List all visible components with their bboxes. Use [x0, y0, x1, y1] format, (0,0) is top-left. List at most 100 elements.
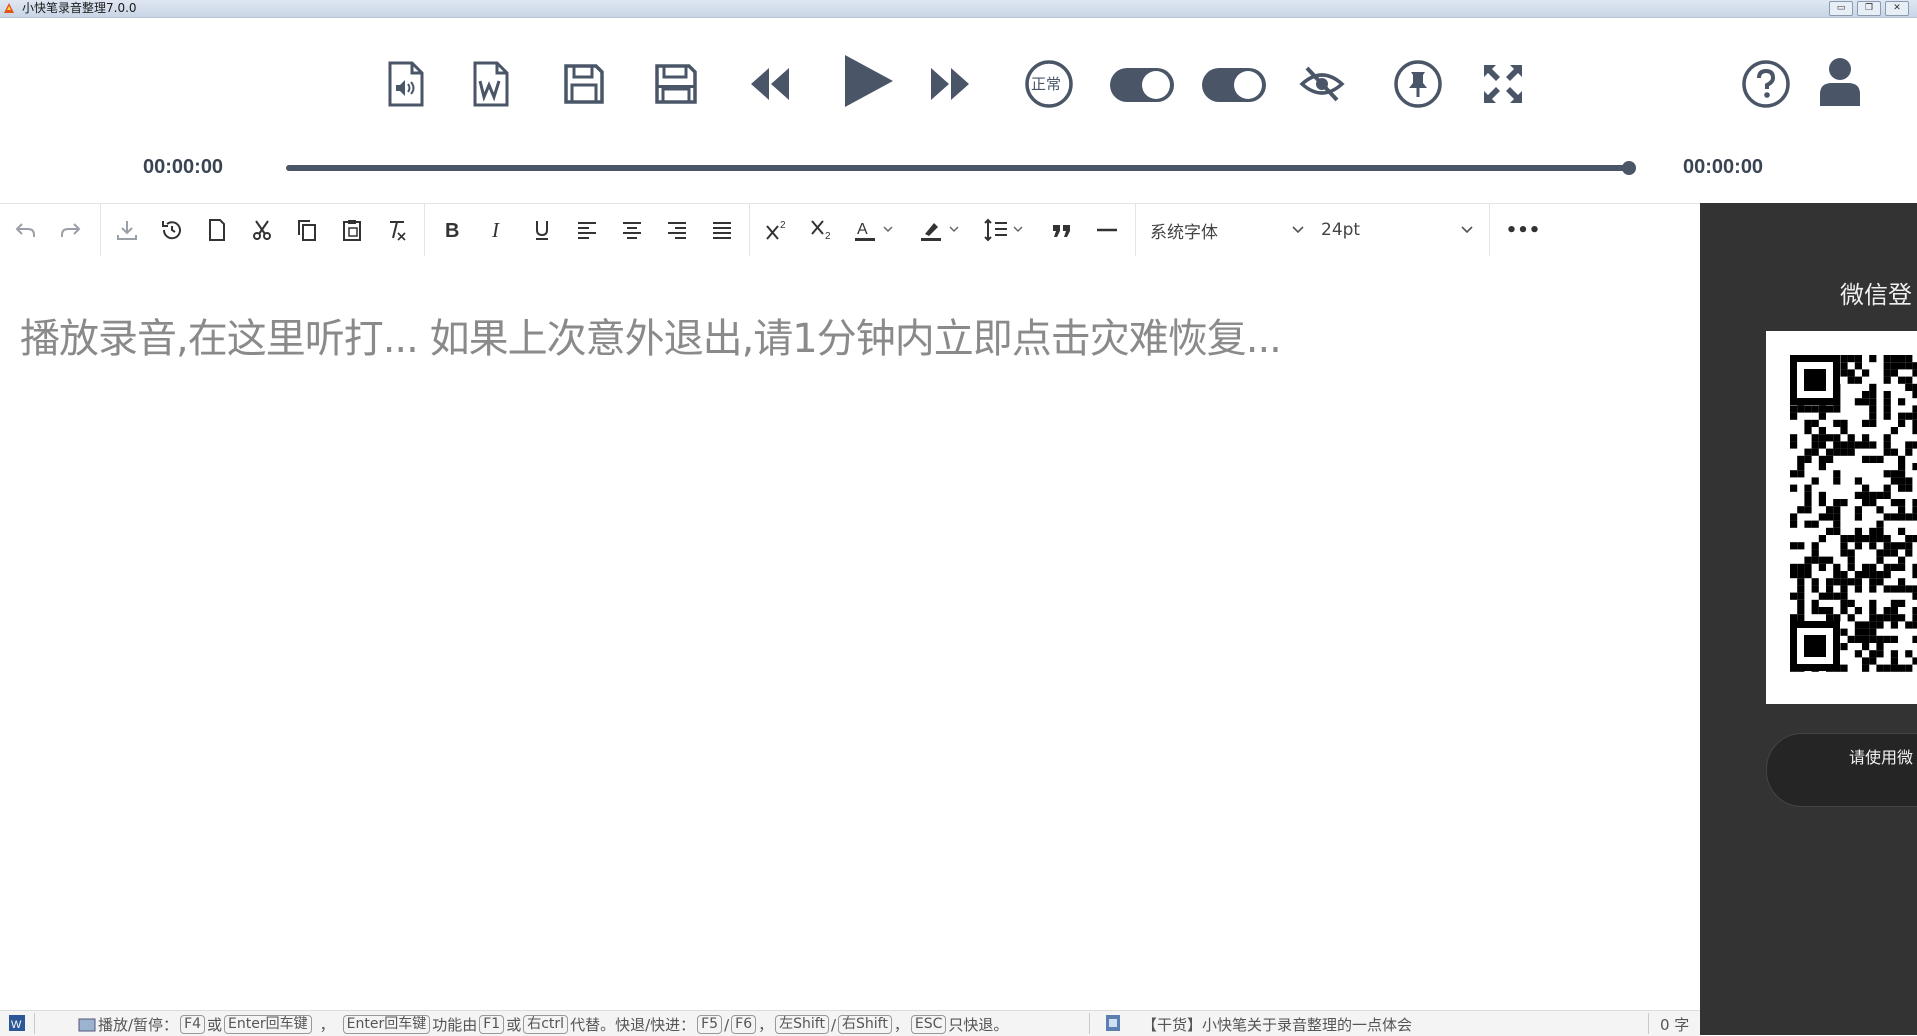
font-size-select[interactable]: 24pt: [1321, 216, 1475, 244]
italic-button[interactable]: I: [482, 215, 512, 245]
pin-button[interactable]: [1390, 56, 1446, 112]
fast-forward-icon: [931, 68, 969, 100]
align-right-button[interactable]: [662, 215, 692, 245]
toggle-2-switch[interactable]: [1200, 66, 1268, 104]
hint-comma: ，: [893, 1016, 909, 1034]
redo-button[interactable]: [56, 215, 86, 245]
download-button[interactable]: [112, 215, 142, 245]
paste-button[interactable]: [337, 215, 367, 245]
save-icon: [564, 64, 604, 104]
rewind-button[interactable]: [742, 56, 798, 112]
pin-icon: [1394, 60, 1442, 108]
hint-comma: ，: [319, 1016, 335, 1034]
italic-icon: I: [491, 218, 500, 242]
save-as-button[interactable]: [648, 56, 704, 112]
hint-replace: 代替。快退/快进：: [570, 1016, 696, 1034]
key-left-shift: 左Shift: [775, 1015, 829, 1034]
restore-button[interactable]: ❐: [1857, 1, 1881, 16]
progress-bar[interactable]: [286, 165, 1630, 171]
user-icon: [1820, 58, 1860, 106]
highlight-button[interactable]: [918, 215, 964, 245]
minimize-button[interactable]: ▭: [1829, 1, 1853, 16]
font-size-value: 24pt: [1321, 220, 1361, 240]
app-logo-icon: [4, 3, 14, 13]
svg-text:B: B: [445, 220, 459, 242]
download-icon: [117, 221, 137, 240]
paste-icon: [343, 220, 361, 241]
hide-button[interactable]: [1294, 56, 1350, 112]
key-enter: Enter回车键: [342, 1015, 431, 1034]
article-icon: [1106, 1015, 1120, 1031]
font-color-icon: A: [855, 221, 893, 241]
horizontal-rule-icon: [1097, 228, 1117, 232]
help-button[interactable]: [1738, 56, 1794, 112]
fullscreen-button[interactable]: [1475, 56, 1531, 112]
line-height-button[interactable]: [982, 215, 1028, 245]
editor-area[interactable]: 播放录音,在这里听打... 如果上次意外退出,请1分钟内立即点击灾难恢复...: [0, 256, 1700, 1010]
key-enter: Enter回车键: [224, 1015, 312, 1034]
bold-icon: B: [445, 220, 459, 242]
hint-or: 或: [506, 1016, 522, 1034]
chevron-down-icon: [1292, 226, 1304, 234]
redo-icon: [61, 223, 81, 237]
underline-button[interactable]: [527, 215, 557, 245]
word-file-icon: [473, 61, 509, 107]
bold-button[interactable]: B: [437, 215, 467, 245]
new-document-button[interactable]: [202, 215, 232, 245]
quote-button[interactable]: [1047, 215, 1077, 245]
article-link[interactable]: 【干货】小快笔关于录音整理的一点体会: [1142, 1014, 1412, 1035]
font-family-select[interactable]: 系统字体: [1150, 216, 1306, 244]
subscript-button[interactable]: 2: [807, 215, 837, 245]
superscript-button[interactable]: 2: [762, 215, 792, 245]
editor-placeholder: 播放录音,在这里听打... 如果上次意外退出,请1分钟内立即点击灾难恢复...: [20, 316, 1282, 362]
play-icon: [845, 55, 893, 107]
svg-text:2: 2: [825, 231, 831, 242]
progress-handle[interactable]: [1622, 161, 1636, 175]
copy-button[interactable]: [292, 215, 322, 245]
open-word-button[interactable]: [463, 56, 519, 112]
svg-text:W: W: [11, 1019, 22, 1031]
wechat-login-panel: 微信登 请使用微 “小: [1700, 203, 1917, 1035]
undo-button[interactable]: [10, 215, 40, 245]
svg-text:I: I: [491, 218, 500, 242]
speed-label: 正常: [1031, 75, 1062, 93]
align-left-icon: [578, 222, 596, 239]
cut-button[interactable]: [247, 215, 277, 245]
clear-format-button[interactable]: [382, 215, 412, 245]
toggle-icon: [1110, 68, 1174, 102]
fast-forward-button[interactable]: [922, 56, 978, 112]
toggle-icon: [1202, 68, 1266, 102]
user-avatar-button[interactable]: [1812, 54, 1868, 110]
font-color-button[interactable]: A: [852, 215, 898, 245]
speed-button[interactable]: 正常: [1021, 56, 1077, 112]
horizontal-rule-button[interactable]: [1092, 215, 1122, 245]
play-button[interactable]: [836, 48, 902, 114]
close-button[interactable]: ✕: [1885, 1, 1909, 16]
qr-code: [1766, 331, 1917, 704]
justify-button[interactable]: [707, 215, 737, 245]
key-right-shift: 右Shift: [838, 1015, 892, 1034]
key-esc: ESC: [910, 1015, 947, 1034]
hint-only-rewind: 只快退。: [948, 1016, 1009, 1034]
player-toolbar: 正常 00:00:00 00:00:00: [0, 18, 1917, 178]
save-button[interactable]: [556, 56, 612, 112]
word-doc-icon: W: [9, 1015, 25, 1031]
toggle-1-switch[interactable]: [1108, 66, 1176, 104]
history-button[interactable]: [157, 215, 187, 245]
copy-icon: [298, 220, 316, 241]
more-icon: •••: [1505, 219, 1541, 241]
keyboard-icon: [78, 1018, 96, 1031]
title-bar: 小快笔录音整理7.0.0 ▭ ❐ ✕: [0, 0, 1917, 18]
save-as-icon: [655, 64, 697, 104]
open-audio-button[interactable]: [378, 56, 434, 112]
key-f6: F6: [731, 1015, 757, 1034]
align-left-button[interactable]: [572, 215, 602, 245]
scissors-icon: [253, 220, 271, 240]
more-button[interactable]: •••: [1503, 215, 1543, 245]
font-family-value: 系统字体: [1150, 222, 1218, 243]
underline-icon: [536, 221, 548, 240]
history-icon: [162, 221, 181, 240]
hint-slash: /: [830, 1015, 837, 1034]
align-center-button[interactable]: [617, 215, 647, 245]
wechat-login-hint[interactable]: 请使用微 “小: [1766, 733, 1917, 807]
